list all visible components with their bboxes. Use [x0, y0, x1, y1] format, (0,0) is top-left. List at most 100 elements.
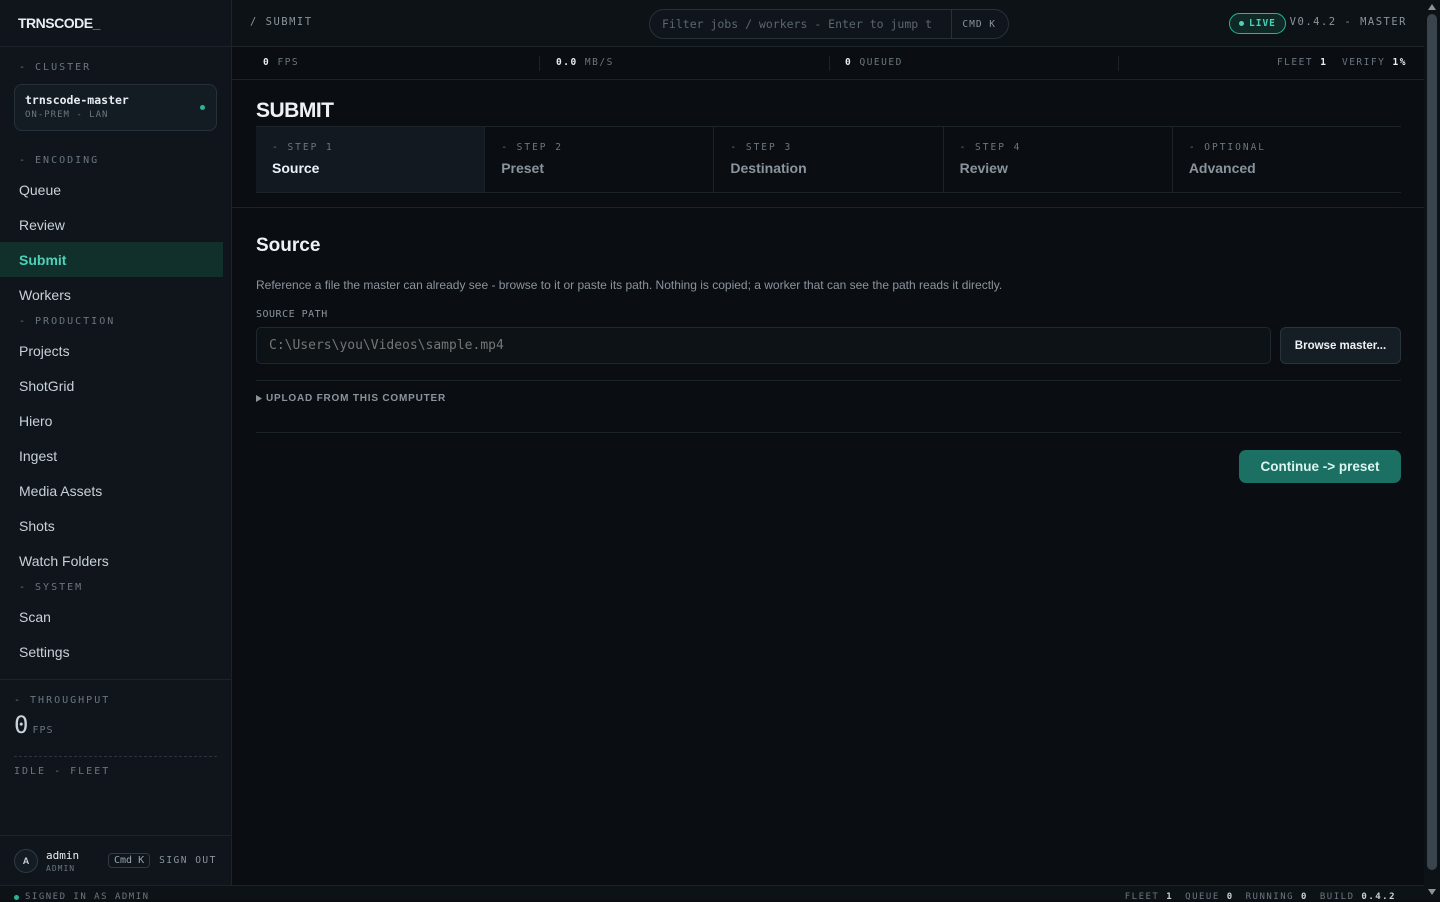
- status-dot-icon: [14, 894, 19, 900]
- brand-logo[interactable]: TRNSCODE _: [0, 0, 231, 47]
- status-fleet-value: 1: [1166, 892, 1174, 902]
- section-title: Source: [256, 235, 321, 256]
- production-section-label: - PRODUCTION: [19, 316, 116, 327]
- nav-item-queue[interactable]: Queue: [0, 172, 231, 207]
- signed-in-status: SIGNED IN AS ADMIN: [14, 892, 150, 902]
- tab-step-preset[interactable]: - STEP 2 Preset: [484, 127, 713, 192]
- scroll-down-icon[interactable]: [1428, 889, 1436, 895]
- status-fleet-label: FLEET: [1124, 892, 1160, 902]
- stat-fleet-value: 1: [1320, 57, 1328, 68]
- search-input[interactable]: [650, 17, 952, 31]
- step-label: - STEP 3: [730, 142, 793, 153]
- nav-item-watch-folders[interactable]: Watch Folders: [0, 543, 231, 578]
- step-label: - STEP 2: [501, 142, 563, 153]
- step-label: - STEP 1: [272, 142, 334, 153]
- step-label: - OPTIONAL: [1188, 142, 1267, 153]
- stat-fps-value: 0: [263, 57, 271, 68]
- search-box[interactable]: CMD K: [649, 9, 1009, 39]
- step-name: Source: [272, 160, 320, 176]
- nav-item-shotgrid[interactable]: ShotGrid: [0, 368, 231, 403]
- version-label: V0.4.2 - MASTER: [1289, 16, 1407, 28]
- user-role: ADMIN: [46, 863, 76, 873]
- nav-item-submit[interactable]: Submit: [0, 242, 223, 277]
- nav-item-shots[interactable]: Shots: [0, 508, 231, 543]
- stat-fps: 0 FPS: [263, 57, 299, 68]
- avatar[interactable]: A: [14, 848, 38, 873]
- tab-step-review[interactable]: - STEP 4 Review: [942, 127, 1172, 192]
- status-build-value: 0.4.2: [1361, 892, 1396, 902]
- cluster-section-label: - CLUSTER: [19, 62, 92, 73]
- nav-item-review[interactable]: Review: [0, 207, 231, 242]
- system-section-label: - SYSTEM: [19, 582, 84, 593]
- section-description: Reference a file the master can already …: [256, 278, 1003, 292]
- stat-fps-unit: FPS: [277, 57, 300, 68]
- command-palette-shortcut[interactable]: Cmd K: [108, 853, 151, 868]
- main-content: SUBMIT - STEP 1 Source - STEP 2 Preset -…: [232, 81, 1424, 885]
- browse-master-button[interactable]: Browse master...: [1280, 327, 1401, 364]
- step-name: Preset: [501, 160, 545, 176]
- stat-fleet-verify: FLEET 1 VERIFY 1%: [1277, 57, 1407, 68]
- status-build-label: BUILD: [1319, 892, 1355, 902]
- upload-toggle[interactable]: UPLOAD FROM THIS COMPUTER: [256, 393, 446, 404]
- status-running-label: RUNNING: [1245, 892, 1295, 902]
- stat-verify-label: VERIFY: [1341, 57, 1386, 68]
- cluster-selector[interactable]: trnscode-master ON-PREM - LAN: [14, 84, 217, 131]
- scroll-up-icon[interactable]: [1428, 4, 1436, 10]
- nav-item-projects[interactable]: Projects: [0, 333, 231, 368]
- stat-mbs-value: 0.0: [556, 57, 578, 68]
- step-tabs: - STEP 1 Source - STEP 2 Preset - STEP 3…: [256, 126, 1401, 193]
- stat-verify-value: 1%: [1392, 57, 1407, 68]
- sign-out-button[interactable]: SIGN OUT: [159, 855, 217, 866]
- status-bar: SIGNED IN AS ADMIN FLEET 1 QUEUE 0 RUNNI…: [0, 885, 1424, 902]
- cluster-status-dot: [200, 105, 205, 110]
- nav-item-scan[interactable]: Scan: [0, 599, 231, 634]
- user-panel: A admin ADMIN Cmd K SIGN OUT: [0, 835, 231, 885]
- live-label: LIVE: [1249, 18, 1276, 29]
- user-info: admin ADMIN: [46, 849, 108, 873]
- stat-separator: [829, 56, 830, 71]
- status-build: BUILD 0.4.2: [1320, 892, 1396, 902]
- stat-mbs-unit: MB/S: [584, 57, 614, 68]
- caret-right-icon: [256, 395, 262, 402]
- status-queue: QUEUE 0: [1185, 892, 1233, 902]
- status-running: RUNNING 0: [1246, 892, 1308, 902]
- step-name: Advanced: [1188, 160, 1256, 176]
- step-name: Destination: [730, 160, 807, 176]
- sidebar: TRNSCODE _ - CLUSTER trnscode-master ON-P…: [0, 0, 232, 885]
- stat-queued: 0 QUEUED: [845, 57, 903, 68]
- user-name: admin: [46, 848, 80, 862]
- brand-name: TRNSCODE: [18, 15, 93, 31]
- upload-label: UPLOAD FROM THIS COMPUTER: [266, 393, 446, 404]
- scrollbar[interactable]: [1424, 0, 1440, 900]
- nav-item-settings[interactable]: Settings: [0, 634, 231, 669]
- stat-queued-value: 0: [845, 57, 853, 68]
- divider: [256, 432, 1401, 433]
- nav-item-media-assets[interactable]: Media Assets: [0, 473, 231, 508]
- nav-item-ingest[interactable]: Ingest: [0, 438, 231, 473]
- signed-in-label: SIGNED IN AS ADMIN: [25, 892, 150, 902]
- continue-button[interactable]: Continue -> preset: [1239, 450, 1401, 483]
- stat-throughput: 0.0 MB/S: [556, 57, 614, 68]
- section-divider: [232, 207, 1424, 208]
- page-title: SUBMIT: [256, 99, 334, 122]
- throughput-unit: FPS: [32, 725, 54, 736]
- status-fleet: FLEET 1: [1125, 892, 1173, 902]
- tab-step-source[interactable]: - STEP 1 Source: [256, 127, 485, 192]
- source-path-label: SOURCE PATH: [256, 309, 328, 320]
- stat-fleet-label: FLEET: [1276, 57, 1314, 68]
- source-path-input[interactable]: [256, 327, 1271, 364]
- top-bar: / SUBMIT CMD K LIVE V0.4.2 - MASTER: [232, 0, 1424, 47]
- breadcrumb: / SUBMIT: [250, 16, 313, 28]
- nav-item-workers[interactable]: Workers: [0, 277, 231, 312]
- tab-step-destination[interactable]: - STEP 3 Destination: [713, 127, 942, 192]
- nav-item-hiero[interactable]: Hiero: [0, 403, 231, 438]
- cluster-location: ON-PREM - LAN: [25, 110, 109, 120]
- status-running-value: 0: [1300, 892, 1308, 902]
- tab-step-advanced[interactable]: - OPTIONAL Advanced: [1171, 127, 1401, 192]
- stat-separator: [539, 56, 540, 71]
- scrollbar-thumb[interactable]: [1427, 14, 1437, 870]
- brand-cursor: _: [92, 15, 101, 31]
- throughput-label: - THROUGHPUT: [14, 695, 111, 706]
- throughput-readout: 0 FPS: [0, 711, 231, 741]
- stats-bar: 0 FPS 0.0 MB/S 0 QUEUED FLEET 1 VERIFY 1…: [232, 48, 1424, 80]
